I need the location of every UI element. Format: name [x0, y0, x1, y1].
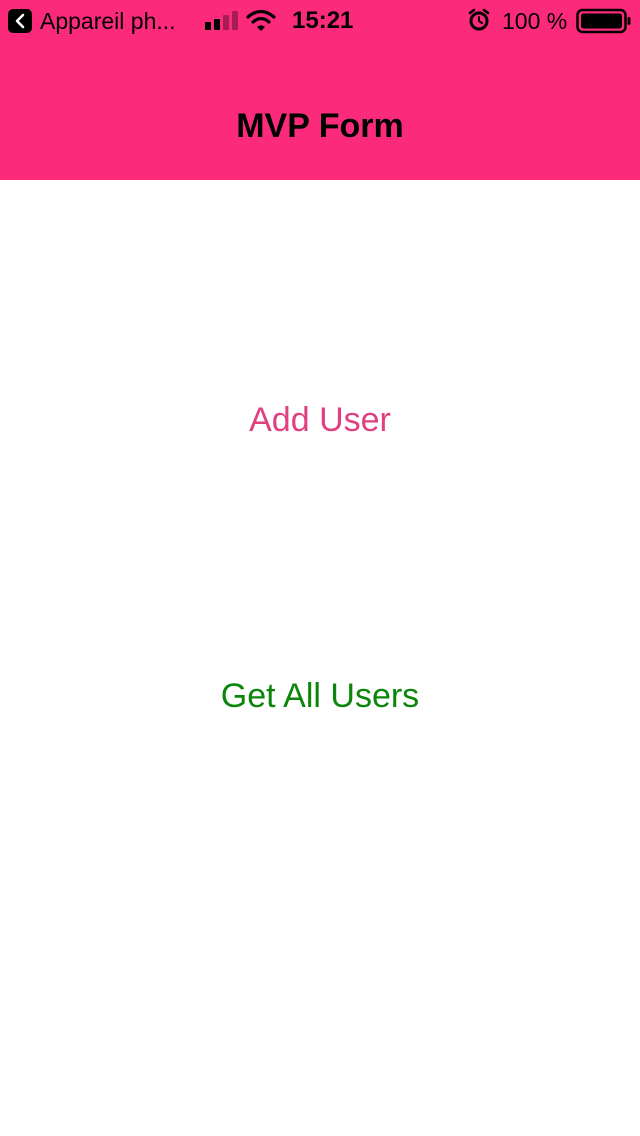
alarm-icon: [468, 8, 490, 31]
back-chevron-icon: [8, 9, 32, 33]
app-screen: Appareil ph... 15:21 100 % MVP Form Add …: [0, 0, 640, 1136]
get-all-users-button[interactable]: Get All Users: [0, 674, 640, 718]
back-app-label: Appareil ph...: [40, 8, 176, 34]
wifi-icon: [246, 9, 276, 31]
signal-icon: [205, 10, 238, 30]
battery-percentage: 100 %: [502, 8, 568, 34]
add-user-button[interactable]: Add User: [0, 398, 640, 442]
back-to-app-button[interactable]: Appareil ph...: [8, 8, 190, 34]
status-time: 15:21: [292, 7, 354, 34]
navigation-header: Appareil ph... 15:21 100 % MVP Form: [0, 0, 640, 180]
page-title: MVP Form: [236, 107, 404, 145]
main-content: Add User Get All Users: [0, 180, 640, 1136]
status-bar: Appareil ph... 15:21 100 %: [0, 0, 640, 40]
battery-icon: [576, 8, 631, 34]
